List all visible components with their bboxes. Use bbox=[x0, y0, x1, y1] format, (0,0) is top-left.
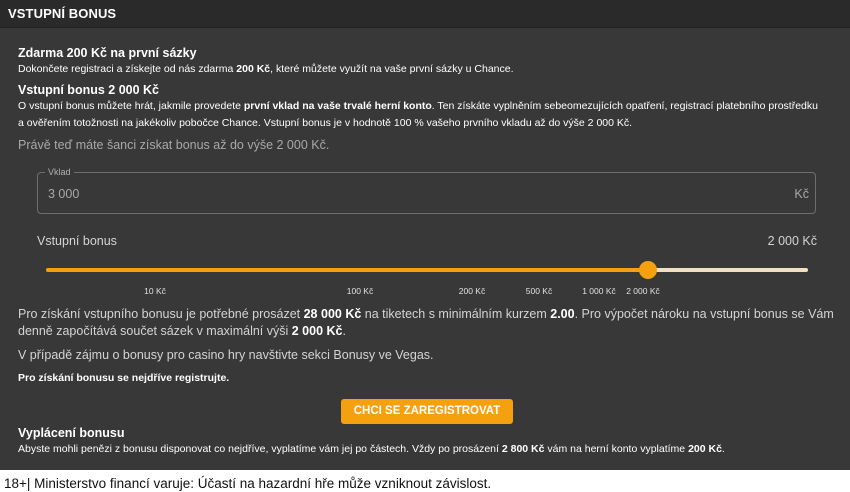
casino-text: V případě zájmu o bonusy pro casino hry … bbox=[18, 348, 434, 362]
slider-tick-label: 100 Kč bbox=[346, 286, 374, 296]
slider-tick-label: 10 Kč bbox=[144, 286, 166, 296]
chance-text: Právě teď máte šanci získat bonus až do … bbox=[18, 138, 330, 152]
slider-tick-label: 200 Kč bbox=[458, 286, 486, 296]
deposit-label: Vklad bbox=[45, 167, 74, 177]
free-bonus-title: Zdarma 200 Kč na první sázky bbox=[18, 46, 197, 60]
deposit-currency: Kč bbox=[794, 187, 809, 201]
slider-thumb[interactable] bbox=[638, 261, 657, 279]
payout-title: Vyplácení bonusu bbox=[18, 426, 125, 440]
free-bonus-text: Dokončete registraci a získejte od nás z… bbox=[18, 63, 514, 75]
wager-text-line1: Pro získání vstupního bonusu je potřebné… bbox=[18, 307, 834, 321]
slider-track-rest[interactable] bbox=[647, 268, 808, 272]
deposit-value[interactable]: 3 000 bbox=[48, 187, 79, 201]
panel-header: VSTUPNÍ BONUS bbox=[0, 0, 850, 28]
slider-track-filled[interactable] bbox=[46, 268, 648, 272]
entry-bonus-title: Vstupní bonus 2 000 Kč bbox=[18, 83, 160, 97]
slider-tick-label: 500 Kč bbox=[525, 286, 553, 296]
bonus-value: 2 000 Kč bbox=[767, 234, 817, 248]
payout-text: Abyste mohli penězi z bonusu disponovat … bbox=[18, 443, 725, 455]
slider-tick-label: 1 000 Kč bbox=[582, 286, 616, 296]
slider-tick-label: 2 000 Kč bbox=[626, 286, 660, 296]
register-button[interactable]: CHCI SE ZAREGISTROVAT bbox=[341, 399, 513, 424]
entry-bonus-text-line1: O vstupní bonus můžete hrát, jakmile pro… bbox=[18, 100, 818, 112]
wager-text-line2: denně započítává součet sázek v maximáln… bbox=[18, 324, 346, 338]
deposit-field[interactable]: Vklad 3 000 Kč bbox=[37, 167, 816, 214]
panel-title: VSTUPNÍ BONUS bbox=[8, 6, 117, 21]
entry-bonus-text-line2: a ověřením totožnosti na jakékoliv poboč… bbox=[18, 117, 633, 129]
bonus-label: Vstupní bonus bbox=[37, 234, 117, 248]
register-note: Pro získání bonusu se nejdříve registruj… bbox=[18, 372, 230, 384]
bonus-panel: VSTUPNÍ BONUS Zdarma 200 Kč na první sáz… bbox=[0, 0, 850, 470]
gambling-warning: 18+| Ministerstvo financí varuje: Účastí… bbox=[4, 476, 492, 491]
